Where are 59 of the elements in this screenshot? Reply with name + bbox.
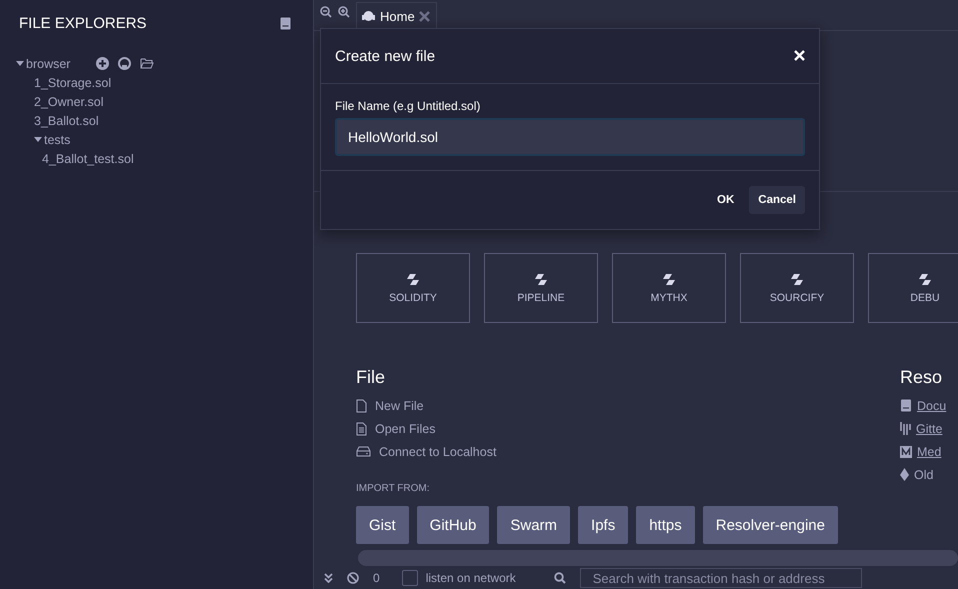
scrollbar[interactable] bbox=[358, 550, 958, 566]
ok-button[interactable]: OK bbox=[708, 186, 744, 214]
plugin-card[interactable]: DEBU bbox=[868, 253, 958, 323]
folder-item[interactable]: tests bbox=[44, 132, 70, 146]
listen-checkbox[interactable] bbox=[402, 570, 418, 586]
import-button[interactable]: Swarm bbox=[497, 506, 570, 544]
resource-link[interactable]: Med bbox=[917, 444, 942, 458]
bars-icon bbox=[900, 422, 911, 435]
book-icon bbox=[900, 399, 912, 412]
zoom-out-icon[interactable] bbox=[320, 6, 332, 18]
search-icon bbox=[554, 572, 566, 584]
plugin-card[interactable]: MYTHX bbox=[612, 253, 726, 323]
file-item[interactable]: 2_Owner.sol bbox=[34, 94, 104, 108]
dialog-title: Create new file bbox=[335, 48, 436, 64]
home-tab[interactable]: Home bbox=[356, 2, 437, 30]
add-circle-icon[interactable] bbox=[96, 57, 110, 70]
action-link[interactable]: New File bbox=[375, 398, 424, 412]
cancel-button[interactable]: Cancel bbox=[749, 186, 805, 214]
import-button[interactable]: Ipfs bbox=[578, 506, 628, 544]
diamond-icon bbox=[900, 468, 909, 481]
file-item[interactable]: 3_Ballot.sol bbox=[34, 114, 99, 128]
plugin-card[interactable]: SOLIDITY bbox=[356, 253, 470, 323]
document-icon bbox=[356, 422, 367, 436]
resource-link[interactable]: Gitte bbox=[916, 422, 942, 436]
search-field[interactable]: Search with transaction hash or address bbox=[580, 568, 862, 588]
import-button[interactable]: GitHub bbox=[416, 506, 490, 544]
folder-icon[interactable] bbox=[140, 58, 154, 69]
panel-title: FILE EXPLORERS bbox=[19, 14, 147, 32]
clear-icon[interactable] bbox=[347, 572, 359, 584]
file-item[interactable]: 1_Storage.sol bbox=[34, 76, 112, 90]
file-icon bbox=[356, 398, 367, 412]
plugin-card[interactable]: SOURCIFY bbox=[740, 253, 854, 323]
field-label: File Name (e.g Untitled.sol) bbox=[335, 99, 482, 113]
resource-text: Old bbox=[914, 468, 934, 482]
section-title: Reso bbox=[900, 367, 944, 388]
headset-icon bbox=[361, 10, 376, 23]
close-icon[interactable] bbox=[418, 11, 430, 22]
transaction-count: 0 bbox=[373, 571, 380, 585]
checkbox-label: listen on network bbox=[426, 571, 516, 585]
solidity-logo-icon bbox=[405, 272, 421, 286]
letter-m-icon bbox=[900, 446, 912, 458]
drive-icon bbox=[356, 446, 371, 457]
action-link[interactable]: Open Files bbox=[375, 422, 436, 436]
book-icon[interactable] bbox=[280, 16, 291, 30]
action-link[interactable]: Connect to Localhost bbox=[379, 444, 496, 458]
plugin-card[interactable]: PIPELINE bbox=[484, 253, 598, 323]
caret-down-icon[interactable] bbox=[34, 136, 42, 142]
zoom-in-icon[interactable] bbox=[338, 6, 350, 18]
import-button[interactable]: https bbox=[636, 506, 695, 544]
caret-down-icon[interactable] bbox=[16, 60, 24, 66]
import-button[interactable]: Gist bbox=[356, 506, 409, 544]
file-name-field[interactable]: HelloWorld.sol bbox=[335, 118, 805, 156]
section-title: File bbox=[356, 367, 386, 388]
file-item[interactable]: 4_Ballot_test.sol bbox=[42, 152, 134, 166]
import-label: IMPORT FROM: bbox=[356, 483, 431, 494]
folder-item[interactable]: browser bbox=[26, 56, 70, 70]
resource-link[interactable]: Docu bbox=[917, 398, 946, 412]
import-button[interactable]: Resolver-engine bbox=[702, 506, 838, 544]
double-chevron-down-icon[interactable] bbox=[324, 573, 333, 583]
